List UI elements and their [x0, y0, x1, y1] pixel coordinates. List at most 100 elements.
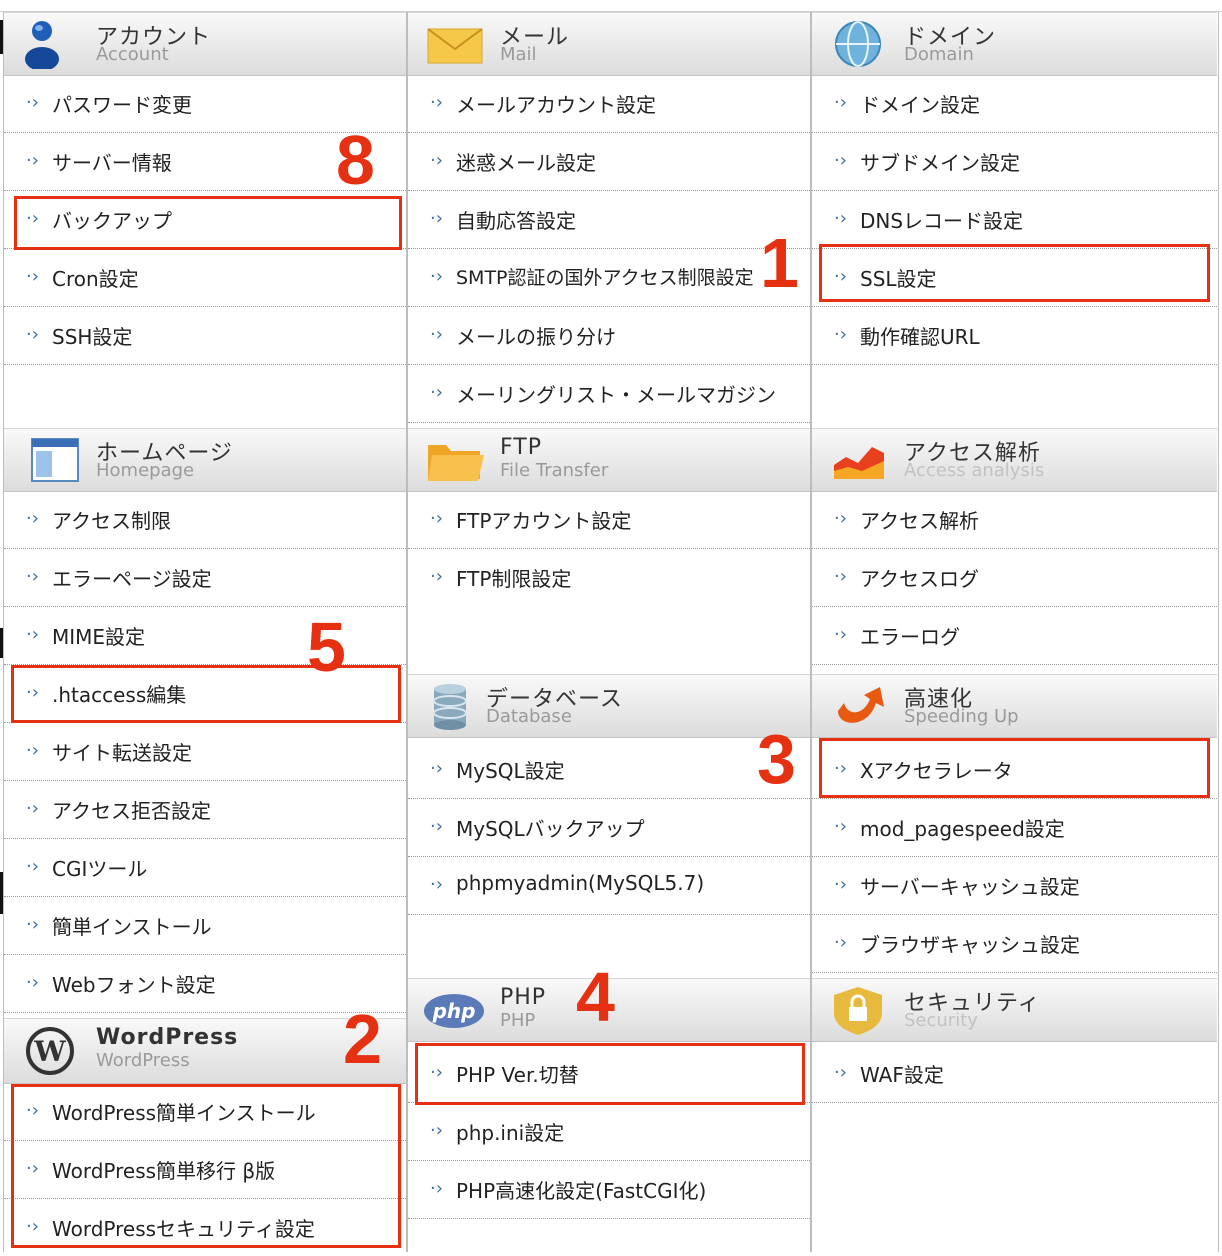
menu-item-smtp-restriction[interactable]: ·› SMTP認証の国外アクセス制限設定 — [408, 248, 810, 307]
section-header: ドメイン Domain — [812, 12, 1217, 76]
menu-item-ftp-limit[interactable]: ·› FTP制限設定 — [408, 548, 810, 606]
section-subtitle: Security — [904, 1010, 978, 1031]
arrow-icon: ·› — [834, 566, 847, 587]
arrow-icon: ·› — [26, 914, 39, 935]
menu-item-label: MIME設定 — [52, 625, 146, 649]
menu-item-easy-install[interactable]: ·› 簡単インストール — [4, 896, 406, 955]
menu-item-subdomain[interactable]: ·› サブドメイン設定 — [812, 132, 1217, 191]
svg-text:php: php — [432, 999, 476, 1023]
menu-item-label: WAF設定 — [860, 1063, 944, 1087]
arrow-icon: ·› — [430, 382, 443, 403]
annotation-number-4: 4 — [576, 958, 615, 1036]
menu-item-phpmyadmin[interactable]: ·› phpmyadmin(MySQL5.7) — [408, 856, 810, 915]
menu-item-label: 自動応答設定 — [456, 209, 576, 233]
menu-item-label: メールの振り分け — [456, 325, 616, 349]
highlight-box-php-version — [415, 1043, 805, 1105]
annotation-number-8: 8 — [336, 121, 375, 199]
menu-item-domain-settings[interactable]: ·› ドメイン設定 — [812, 74, 1217, 133]
menu-item-autoreply[interactable]: ·› 自動応答設定 — [408, 190, 810, 249]
menu-item-access-deny[interactable]: ·› アクセス拒否設定 — [4, 780, 406, 839]
browser-window-icon — [31, 438, 79, 482]
highlight-box-x-accelerator — [819, 738, 1210, 798]
menu-item-label: Webフォント設定 — [52, 973, 216, 997]
arrow-icon: ·› — [430, 508, 443, 529]
menu-item-mysql[interactable]: ·› MySQL設定 — [408, 740, 810, 799]
arrow-icon: ·› — [834, 874, 847, 895]
section-header: データベース Database — [408, 674, 810, 738]
menu-item-test-url[interactable]: ·› 動作確認URL — [812, 306, 1217, 365]
menu-item-access-limit[interactable]: ·› アクセス制限 — [4, 490, 406, 549]
arrow-icon: ·› — [26, 508, 39, 529]
menu-item-label: 簡単インストール — [52, 915, 212, 939]
section-header: アカウント Account — [4, 12, 406, 76]
menu-item-error-log[interactable]: ·› エラーログ — [812, 606, 1217, 665]
database-cylinder-icon — [433, 684, 467, 730]
arrow-icon: ·› — [834, 324, 847, 345]
arrow-icon: ·› — [430, 1120, 443, 1141]
menu-item-label: アクセス解析 — [860, 509, 979, 533]
section-header: ホームページ Homepage — [4, 428, 406, 492]
section-header: メール Mail — [408, 12, 810, 76]
account-person-icon — [25, 21, 59, 69]
menu-item-label: 迷惑メール設定 — [456, 151, 596, 175]
arrow-icon: ·› — [430, 324, 443, 345]
menu-item-label: 動作確認URL — [860, 325, 980, 349]
menu-item-cron[interactable]: ·› Cron設定 — [4, 248, 406, 307]
arrow-icon: ·› — [26, 266, 39, 287]
menu-item-access-log[interactable]: ·› アクセスログ — [812, 548, 1217, 607]
menu-item-label: サブドメイン設定 — [860, 151, 1020, 175]
menu-item-php-fastcgi[interactable]: ·› PHP高速化設定(FastCGI化) — [408, 1160, 810, 1219]
speed-arrow-icon — [838, 687, 884, 723]
section-subtitle: Domain — [904, 44, 974, 65]
menu-item-mysql-backup[interactable]: ·› MySQLバックアップ — [408, 798, 810, 857]
arrow-icon: ·› — [26, 740, 39, 761]
menu-item-label: ブラウザキャッシュ設定 — [860, 933, 1080, 957]
wordpress-logo-icon: W — [26, 1027, 74, 1075]
menu-item-browser-cache[interactable]: ·› ブラウザキャッシュ設定 — [812, 914, 1217, 973]
menu-item-cgi-tool[interactable]: ·› CGIツール — [4, 838, 406, 897]
arrow-icon: ·› — [26, 324, 39, 345]
left-edge-mark — [0, 20, 3, 54]
menu-item-label: Cron設定 — [52, 267, 139, 291]
menu-item-label: phpmyadmin(MySQL5.7) — [456, 871, 705, 895]
section-header: セキュリティ Security — [812, 978, 1217, 1042]
arrow-icon: ·› — [834, 624, 847, 645]
menu-item-label: アクセスログ — [860, 567, 979, 591]
arrow-icon: ·› — [834, 932, 847, 953]
menu-item-waf[interactable]: ·› WAF設定 — [812, 1044, 1217, 1103]
menu-item-server-cache[interactable]: ·› サーバーキャッシュ設定 — [812, 856, 1217, 915]
menu-item-label: MySQL設定 — [456, 759, 565, 783]
menu-item-dns[interactable]: ·› DNSレコード設定 — [812, 190, 1217, 249]
section-subtitle: Speeding Up — [904, 706, 1019, 727]
arrow-icon: ·› — [834, 150, 847, 171]
envelope-icon — [427, 28, 483, 64]
menu-item-error-page[interactable]: ·› エラーページ設定 — [4, 548, 406, 607]
svg-text:W: W — [33, 1035, 66, 1068]
menu-item-ssh[interactable]: ·› SSH設定 — [4, 306, 406, 365]
menu-item-access-analysis[interactable]: ·› アクセス解析 — [812, 490, 1217, 549]
menu-item-php-ini[interactable]: ·› php.ini設定 — [408, 1102, 810, 1161]
section-header: FTP File Transfer — [408, 428, 810, 492]
arrow-icon: ·› — [26, 92, 39, 113]
menu-item-label: エラーログ — [860, 625, 960, 649]
menu-item-mail-filter[interactable]: ·› メールの振り分け — [408, 306, 810, 365]
arrow-icon: ·› — [26, 972, 39, 993]
menu-item-label: パスワード変更 — [52, 93, 192, 117]
menu-item-redirect[interactable]: ·› サイト転送設定 — [4, 722, 406, 781]
arrow-icon: ·› — [26, 856, 39, 877]
area-chart-icon — [834, 447, 884, 479]
menu-item-label: MySQLバックアップ — [456, 817, 645, 841]
arrow-icon: ·› — [26, 798, 39, 819]
menu-item-label: エラーページ設定 — [52, 567, 212, 591]
menu-item-mailing-list[interactable]: ·› メーリングリスト・メールマガジン — [408, 364, 810, 423]
menu-item-mod-pagespeed[interactable]: ·› mod_pagespeed設定 — [812, 798, 1217, 857]
menu-item-ftp-account[interactable]: ·› FTPアカウント設定 — [408, 490, 810, 549]
menu-item-label: サイト転送設定 — [52, 741, 192, 765]
menu-item-mail-account[interactable]: ·› メールアカウント設定 — [408, 74, 810, 133]
menu-item-spam[interactable]: ·› 迷惑メール設定 — [408, 132, 810, 191]
menu-item-label: DNSレコード設定 — [860, 209, 1024, 233]
menu-item-label: CGIツール — [52, 857, 148, 881]
arrow-icon: ·› — [430, 208, 443, 229]
menu-item-label: mod_pagespeed設定 — [860, 817, 1065, 841]
left-edge-mark — [0, 872, 3, 914]
